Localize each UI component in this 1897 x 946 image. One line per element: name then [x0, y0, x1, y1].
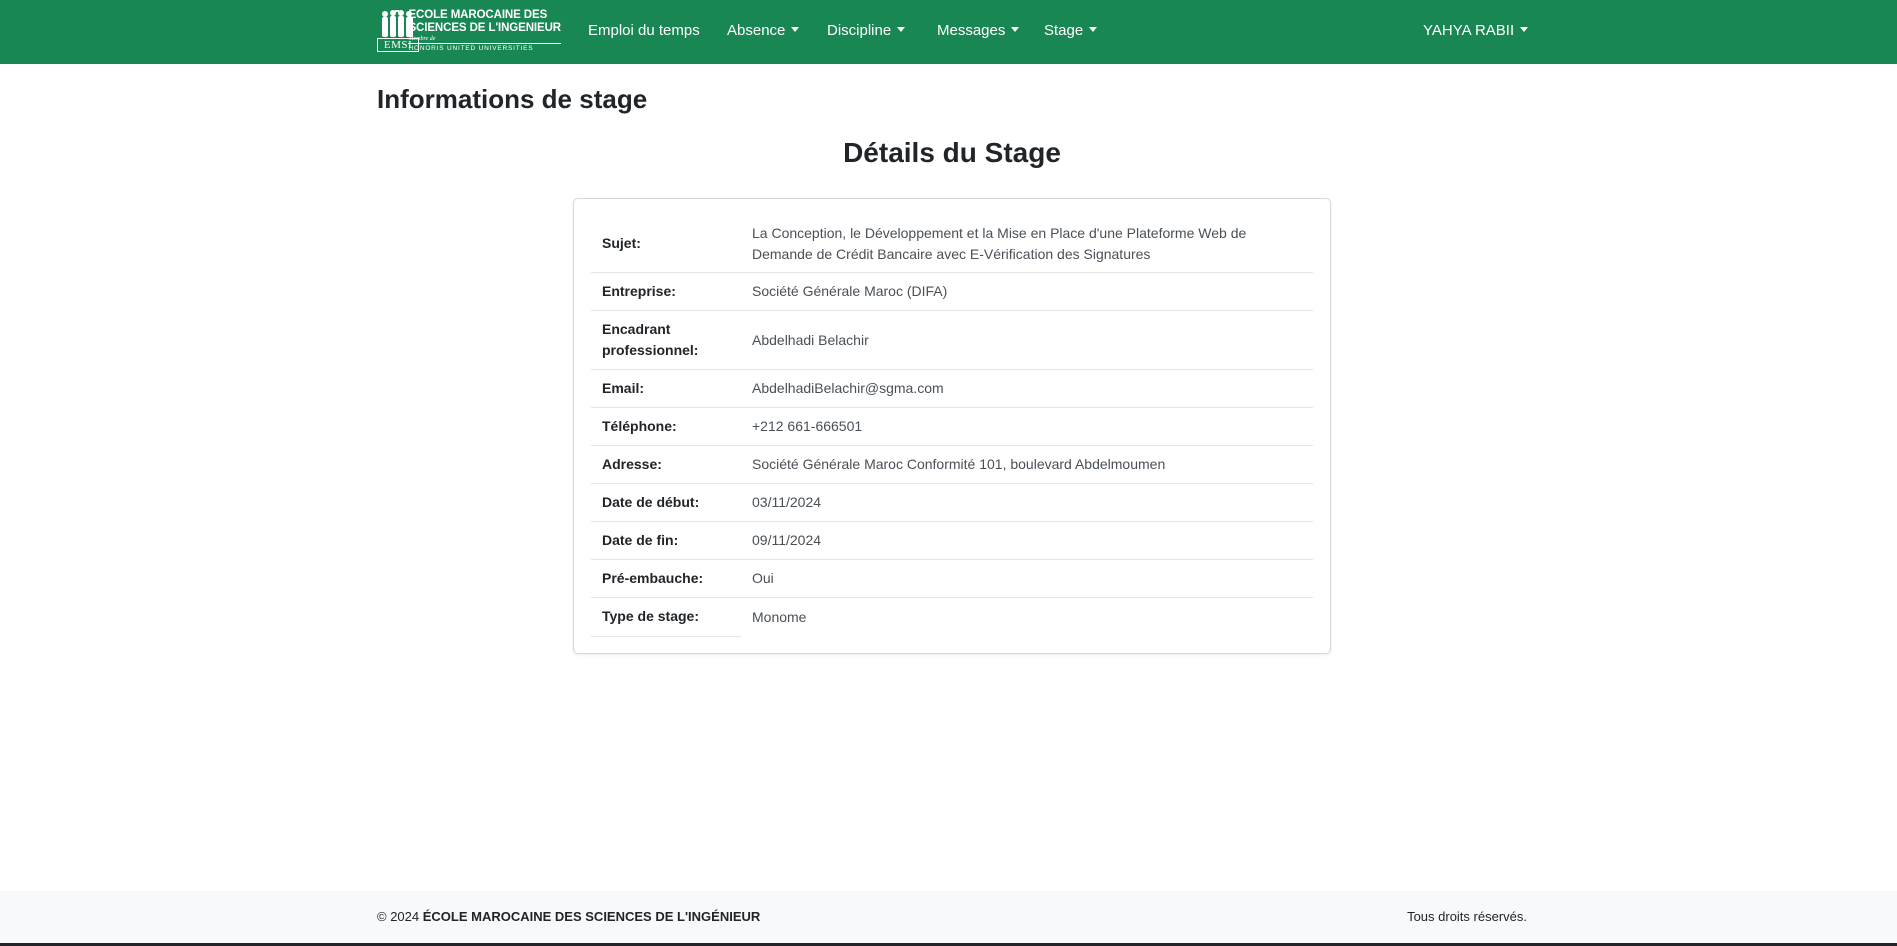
detail-value: +212 661-666501	[752, 418, 863, 434]
detail-row-entreprise: Entreprise: Société Générale Maroc (DIFA…	[591, 273, 1313, 311]
footer-rights: Tous droits réservés.	[1407, 909, 1527, 924]
detail-label: Adresse:	[602, 456, 662, 472]
detail-row-email: Email: AbdelhadiBelachir@sgma.com	[591, 370, 1313, 408]
emsi-logo[interactable]: EMSI ECOLE MAROCAINE DES SCIENCES DE L'I…	[377, 9, 561, 53]
caret-down-icon	[1089, 27, 1098, 32]
nav-label: Discipline	[827, 22, 892, 39]
nav-label: Stage	[1044, 22, 1084, 39]
user-menu-dropdown[interactable]: YAHYA RABII	[1423, 0, 1529, 62]
detail-value: Monome	[752, 609, 807, 625]
detail-row-date-fin: Date de fin: 09/11/2024	[591, 522, 1313, 560]
brand-line-1: ECOLE MAROCAINE DES	[408, 9, 548, 21]
page-heading: Informations de stage	[377, 84, 648, 114]
detail-label: Email:	[602, 380, 645, 396]
details-title: Détails du Stage	[843, 137, 1061, 168]
detail-value: AbdelhadiBelachir@sgma.com	[752, 380, 944, 396]
caret-down-icon	[791, 27, 800, 32]
nav-discipline-dropdown[interactable]: Discipline	[827, 0, 906, 62]
detail-row-sujet: Sujet: La Conception, le Développement e…	[591, 214, 1313, 273]
detail-row-adresse: Adresse: Société Générale Maroc Conformi…	[591, 446, 1313, 484]
detail-value: Société Générale Maroc (DIFA)	[752, 283, 948, 299]
nav-stage-dropdown[interactable]: Stage	[1044, 0, 1098, 62]
detail-label: Téléphone:	[602, 418, 677, 434]
brand-text: ECOLE MAROCAINE DES SCIENCES DE L'INGENI…	[408, 9, 561, 53]
detail-label: Date de début:	[602, 494, 700, 510]
detail-value: La Conception, le Développement et la Mi…	[752, 225, 1247, 262]
nav-messages-dropdown[interactable]: Messages	[937, 0, 1020, 62]
detail-label: Encadrant professionnel:	[602, 321, 699, 358]
nav-absence-dropdown[interactable]: Absence	[727, 0, 800, 62]
detail-row-telephone: Téléphone: +212 661-666501	[591, 408, 1313, 446]
detail-value: 03/11/2024	[752, 494, 822, 510]
user-name: YAHYA RABII	[1423, 22, 1515, 39]
detail-label: Entreprise:	[602, 283, 676, 299]
detail-row-pre-embauche: Pré-embauche: Oui	[591, 560, 1313, 598]
nav-emploi-du-temps[interactable]: Emploi du temps	[588, 0, 700, 62]
nav-label: Absence	[727, 22, 786, 39]
detail-value: Oui	[752, 570, 774, 586]
detail-row-encadrant: Encadrant professionnel: Abdelhadi Belac…	[591, 311, 1313, 370]
detail-row-date-debut: Date de début: 03/11/2024	[591, 484, 1313, 522]
footer-copyright: © 2024 ÉCOLE MAROCAINE DES SCIENCES DE L…	[377, 909, 760, 924]
caret-down-icon	[897, 27, 906, 32]
graduates-silhouette-icon	[382, 10, 413, 37]
detail-value: 09/11/2024	[752, 532, 822, 548]
brand-line-2: SCIENCES DE L'INGENIEUR	[408, 22, 561, 34]
detail-label: Type de stage:	[602, 608, 699, 624]
top-navbar: EMSI ECOLE MAROCAINE DES SCIENCES DE L'I…	[0, 0, 1897, 64]
footer-school-name: ÉCOLE MAROCAINE DES SCIENCES DE L'INGÉNI…	[422, 909, 761, 924]
nav-label: Emploi du temps	[588, 22, 700, 39]
caret-down-icon	[1011, 27, 1020, 32]
detail-label: Date de fin:	[602, 532, 679, 548]
nav-label: Messages	[937, 22, 1006, 39]
detail-value: Société Générale Maroc Conformité 101, b…	[752, 456, 1166, 472]
detail-row-type-stage: Type de stage: Monome	[591, 598, 1313, 637]
detail-value: Abdelhadi Belachir	[752, 332, 869, 348]
brand-line-3: Membre de	[408, 36, 436, 42]
brand-line-4: HONORIS UNITED UNIVERSITIES	[408, 43, 561, 53]
detail-label: Sujet:	[602, 235, 641, 251]
row-divider	[591, 636, 741, 637]
emsi-emblem: EMSI	[377, 10, 419, 52]
detail-label: Pré-embauche:	[602, 570, 704, 586]
caret-down-icon	[1520, 27, 1529, 32]
footer-year: © 2024	[377, 909, 420, 924]
stage-details-card: Sujet: La Conception, le Développement e…	[573, 198, 1331, 654]
page-footer: © 2024 ÉCOLE MAROCAINE DES SCIENCES DE L…	[0, 891, 1897, 943]
emsi-emblem-text: EMSI	[377, 38, 419, 52]
